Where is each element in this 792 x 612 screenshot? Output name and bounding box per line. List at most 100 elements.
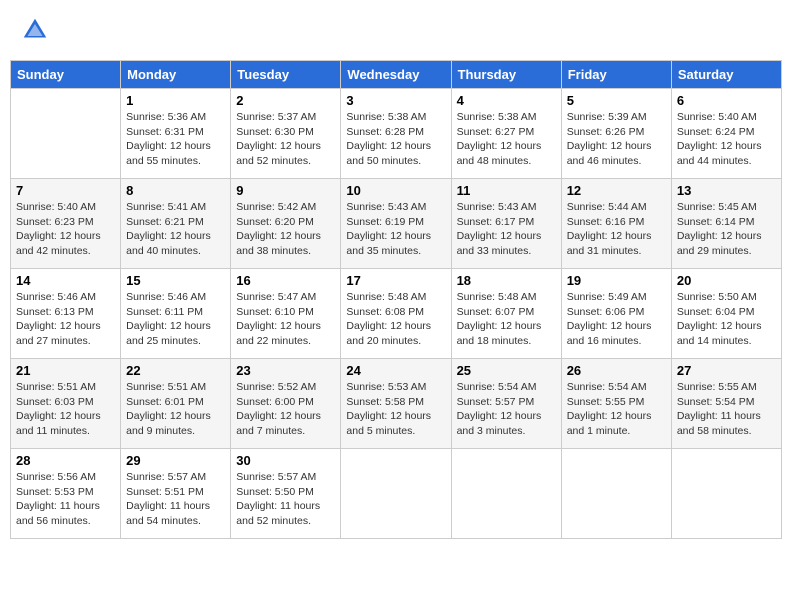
day-number: 13 — [677, 183, 776, 198]
cell-info: Sunrise: 5:43 AM Sunset: 6:17 PM Dayligh… — [457, 200, 556, 259]
calendar-header-row: SundayMondayTuesdayWednesdayThursdayFrid… — [11, 61, 782, 89]
cell-info: Sunrise: 5:39 AM Sunset: 6:26 PM Dayligh… — [567, 110, 666, 169]
calendar-cell: 21 Sunrise: 5:51 AM Sunset: 6:03 PM Dayli… — [11, 359, 121, 449]
calendar-cell: 12Sunrise: 5:44 AM Sunset: 6:16 PM Dayli… — [561, 179, 671, 269]
calendar-cell: 26Sunrise: 5:54 AM Sunset: 5:55 PM Dayli… — [561, 359, 671, 449]
day-number: 1 — [126, 93, 225, 108]
day-number: 23 — [236, 363, 335, 378]
cell-info: Sunrise: 5:44 AM Sunset: 6:16 PM Dayligh… — [567, 200, 666, 259]
calendar-week-row: 28 Sunrise: 5:56 AM Sunset: 5:53 PM Dayli… — [11, 449, 782, 539]
calendar-cell: 7 Sunrise: 5:40 AM Sunset: 6:23 PM Daylig… — [11, 179, 121, 269]
column-header-thursday: Thursday — [451, 61, 561, 89]
day-number: 27 — [677, 363, 776, 378]
calendar-cell: 17Sunrise: 5:48 AM Sunset: 6:08 PM Dayli… — [341, 269, 451, 359]
day-number: 19 — [567, 273, 666, 288]
day-number: 10 — [346, 183, 445, 198]
day-number: 5 — [567, 93, 666, 108]
day-number: 14 — [16, 273, 115, 288]
cell-info: Sunrise: 5:41 AM Sunset: 6:21 PM Dayligh… — [126, 200, 225, 259]
calendar-cell — [11, 89, 121, 179]
calendar-cell: 5 Sunrise: 5:39 AM Sunset: 6:26 PM Daylig… — [561, 89, 671, 179]
day-number: 22 — [126, 363, 225, 378]
day-number: 16 — [236, 273, 335, 288]
column-header-saturday: Saturday — [671, 61, 781, 89]
logo-icon — [20, 15, 50, 45]
day-number: 6 — [677, 93, 776, 108]
calendar-cell: 13Sunrise: 5:45 AM Sunset: 6:14 PM Dayli… — [671, 179, 781, 269]
cell-info: Sunrise: 5:57 AM Sunset: 5:51 PM Dayligh… — [126, 470, 225, 529]
cell-info: Sunrise: 5:46 AM Sunset: 6:11 PM Dayligh… — [126, 290, 225, 349]
day-number: 2 — [236, 93, 335, 108]
calendar-cell: 3 Sunrise: 5:38 AM Sunset: 6:28 PM Daylig… — [341, 89, 451, 179]
cell-info: Sunrise: 5:40 AM Sunset: 6:23 PM Dayligh… — [16, 200, 115, 259]
calendar-body: 1 Sunrise: 5:36 AM Sunset: 6:31 PM Daylig… — [11, 89, 782, 539]
calendar-cell: 18 Sunrise: 5:48 AM Sunset: 6:07 PM Dayli… — [451, 269, 561, 359]
calendar-week-row: 21 Sunrise: 5:51 AM Sunset: 6:03 PM Dayli… — [11, 359, 782, 449]
cell-info: Sunrise: 5:47 AM Sunset: 6:10 PM Dayligh… — [236, 290, 335, 349]
calendar-cell: 19 Sunrise: 5:49 AM Sunset: 6:06 PM Dayli… — [561, 269, 671, 359]
day-number: 8 — [126, 183, 225, 198]
cell-info: Sunrise: 5:42 AM Sunset: 6:20 PM Dayligh… — [236, 200, 335, 259]
column-header-friday: Friday — [561, 61, 671, 89]
day-number: 30 — [236, 453, 335, 468]
day-number: 15 — [126, 273, 225, 288]
page-header — [10, 10, 782, 50]
cell-info: Sunrise: 5:51 AM Sunset: 6:03 PM Dayligh… — [16, 380, 115, 439]
day-number: 17 — [346, 273, 445, 288]
cell-info: Sunrise: 5:50 AM Sunset: 6:04 PM Dayligh… — [677, 290, 776, 349]
calendar-cell: 28 Sunrise: 5:56 AM Sunset: 5:53 PM Dayli… — [11, 449, 121, 539]
cell-info: Sunrise: 5:49 AM Sunset: 6:06 PM Dayligh… — [567, 290, 666, 349]
day-number: 29 — [126, 453, 225, 468]
calendar-cell: 14 Sunrise: 5:46 AM Sunset: 6:13 PM Dayli… — [11, 269, 121, 359]
day-number: 26 — [567, 363, 666, 378]
cell-info: Sunrise: 5:51 AM Sunset: 6:01 PM Dayligh… — [126, 380, 225, 439]
calendar-cell: 27 Sunrise: 5:55 AM Sunset: 5:54 PM Dayli… — [671, 359, 781, 449]
calendar-cell — [451, 449, 561, 539]
calendar-cell: 6 Sunrise: 5:40 AM Sunset: 6:24 PM Daylig… — [671, 89, 781, 179]
calendar-week-row: 1 Sunrise: 5:36 AM Sunset: 6:31 PM Daylig… — [11, 89, 782, 179]
logo — [20, 15, 54, 45]
calendar-cell — [341, 449, 451, 539]
calendar-week-row: 7 Sunrise: 5:40 AM Sunset: 6:23 PM Daylig… — [11, 179, 782, 269]
day-number: 20 — [677, 273, 776, 288]
calendar-cell: 10Sunrise: 5:43 AM Sunset: 6:19 PM Dayli… — [341, 179, 451, 269]
calendar-cell: 16 Sunrise: 5:47 AM Sunset: 6:10 PM Dayli… — [231, 269, 341, 359]
cell-info: Sunrise: 5:40 AM Sunset: 6:24 PM Dayligh… — [677, 110, 776, 169]
cell-info: Sunrise: 5:52 AM Sunset: 6:00 PM Dayligh… — [236, 380, 335, 439]
calendar-cell: 23 Sunrise: 5:52 AM Sunset: 6:00 PM Dayli… — [231, 359, 341, 449]
day-number: 28 — [16, 453, 115, 468]
cell-info: Sunrise: 5:46 AM Sunset: 6:13 PM Dayligh… — [16, 290, 115, 349]
column-header-tuesday: Tuesday — [231, 61, 341, 89]
calendar-cell: 30Sunrise: 5:57 AM Sunset: 5:50 PM Dayli… — [231, 449, 341, 539]
column-header-wednesday: Wednesday — [341, 61, 451, 89]
cell-info: Sunrise: 5:56 AM Sunset: 5:53 PM Dayligh… — [16, 470, 115, 529]
cell-info: Sunrise: 5:48 AM Sunset: 6:07 PM Dayligh… — [457, 290, 556, 349]
cell-info: Sunrise: 5:54 AM Sunset: 5:57 PM Dayligh… — [457, 380, 556, 439]
day-number: 11 — [457, 183, 556, 198]
day-number: 21 — [16, 363, 115, 378]
cell-info: Sunrise: 5:38 AM Sunset: 6:28 PM Dayligh… — [346, 110, 445, 169]
calendar-cell: 1 Sunrise: 5:36 AM Sunset: 6:31 PM Daylig… — [121, 89, 231, 179]
day-number: 9 — [236, 183, 335, 198]
cell-info: Sunrise: 5:36 AM Sunset: 6:31 PM Dayligh… — [126, 110, 225, 169]
day-number: 18 — [457, 273, 556, 288]
cell-info: Sunrise: 5:55 AM Sunset: 5:54 PM Dayligh… — [677, 380, 776, 439]
column-header-monday: Monday — [121, 61, 231, 89]
calendar-cell: 25 Sunrise: 5:54 AM Sunset: 5:57 PM Dayli… — [451, 359, 561, 449]
day-number: 3 — [346, 93, 445, 108]
calendar-cell: 4 Sunrise: 5:38 AM Sunset: 6:27 PM Daylig… — [451, 89, 561, 179]
cell-info: Sunrise: 5:38 AM Sunset: 6:27 PM Dayligh… — [457, 110, 556, 169]
calendar-cell: 8 Sunrise: 5:41 AM Sunset: 6:21 PM Daylig… — [121, 179, 231, 269]
day-number: 4 — [457, 93, 556, 108]
calendar-cell: 11 Sunrise: 5:43 AM Sunset: 6:17 PM Dayli… — [451, 179, 561, 269]
calendar-cell: 2Sunrise: 5:37 AM Sunset: 6:30 PM Daylig… — [231, 89, 341, 179]
day-number: 7 — [16, 183, 115, 198]
calendar-cell: 24Sunrise: 5:53 AM Sunset: 5:58 PM Dayli… — [341, 359, 451, 449]
calendar-cell: 15 Sunrise: 5:46 AM Sunset: 6:11 PM Dayli… — [121, 269, 231, 359]
calendar-week-row: 14 Sunrise: 5:46 AM Sunset: 6:13 PM Dayli… — [11, 269, 782, 359]
calendar-cell: 20 Sunrise: 5:50 AM Sunset: 6:04 PM Dayli… — [671, 269, 781, 359]
calendar-cell — [561, 449, 671, 539]
calendar-cell — [671, 449, 781, 539]
day-number: 24 — [346, 363, 445, 378]
day-number: 25 — [457, 363, 556, 378]
